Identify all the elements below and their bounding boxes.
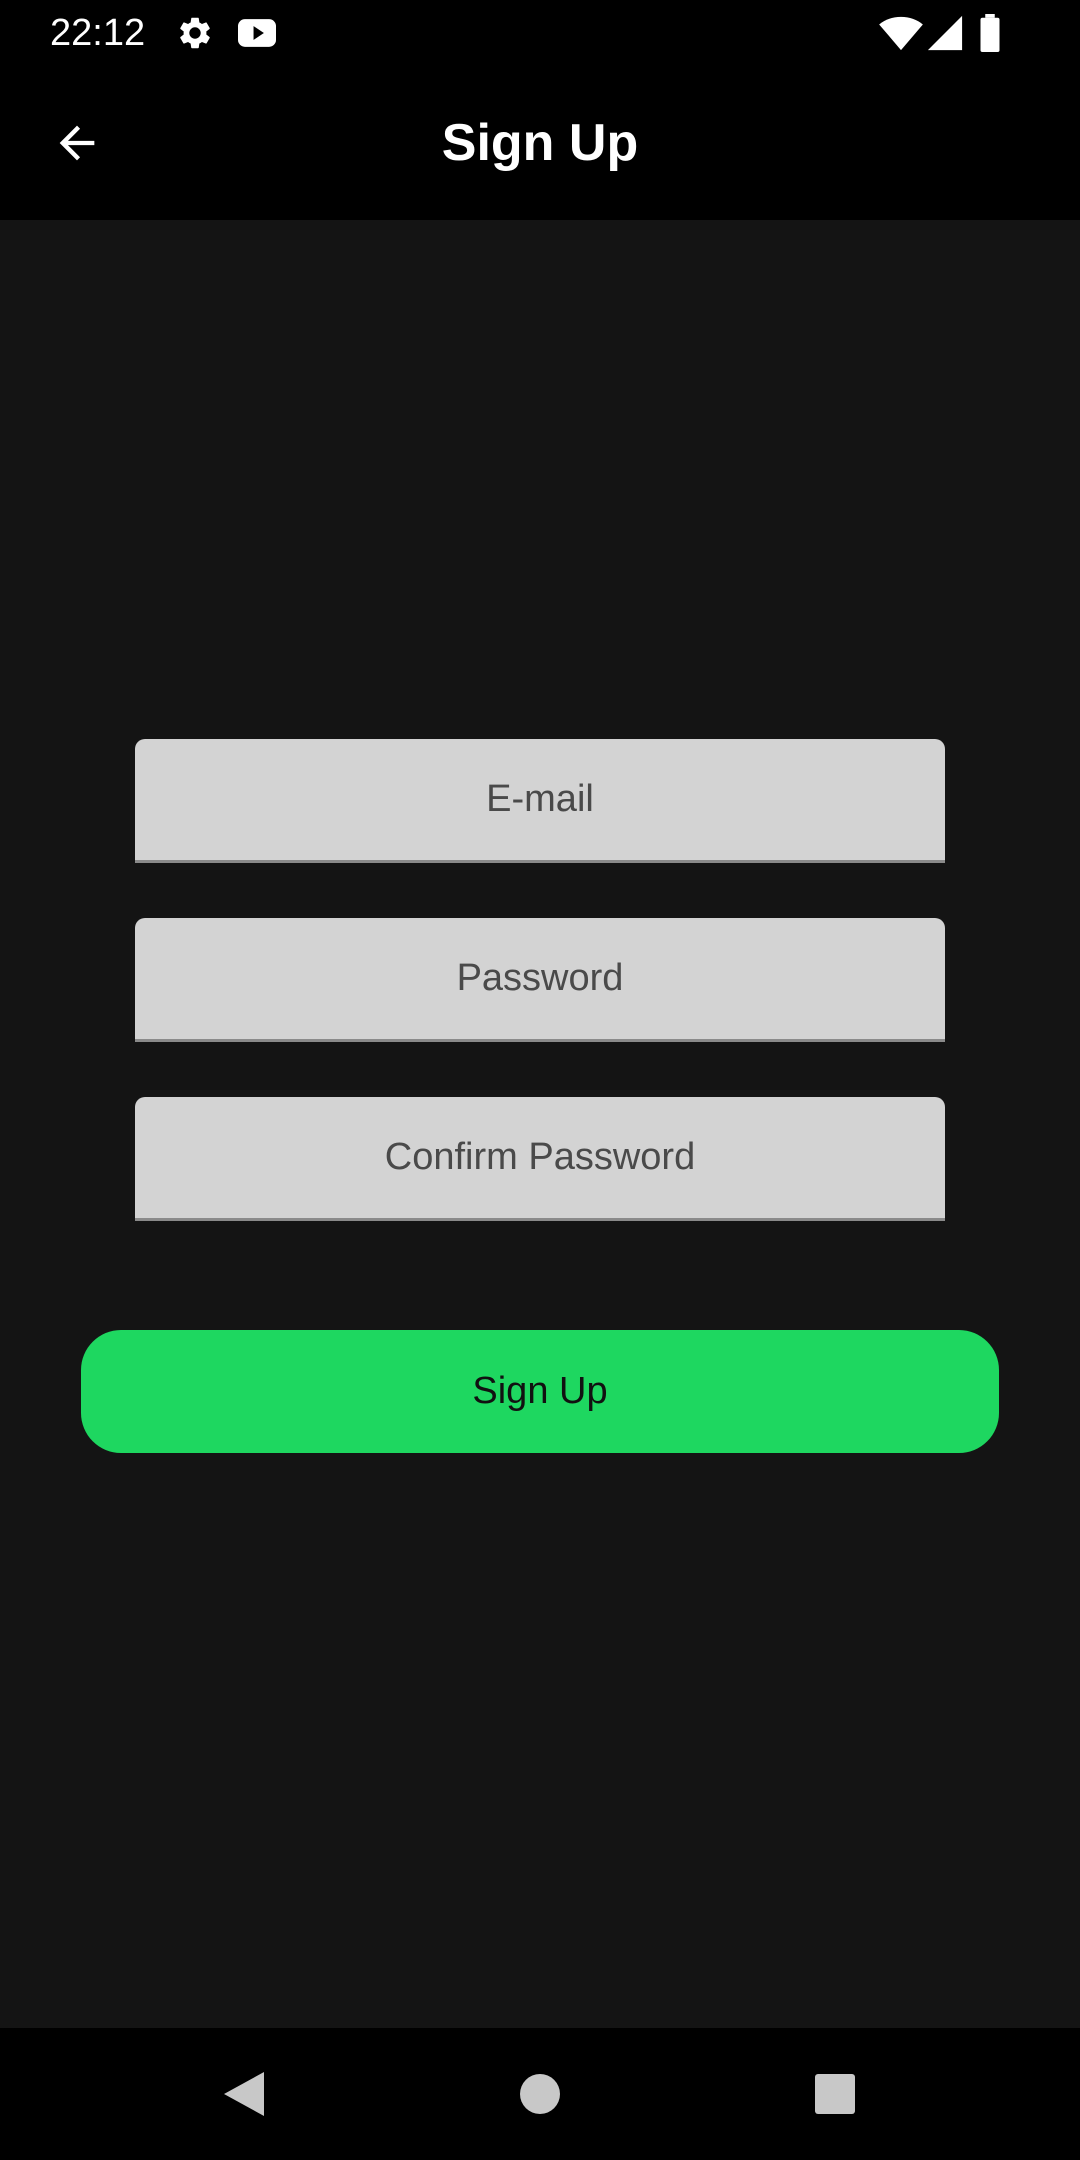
page-title: Sign Up [441,114,639,172]
recents-square-icon [815,2074,855,2114]
nav-home-button[interactable] [470,2028,610,2160]
status-time: 22:12 [50,12,146,54]
back-triangle-icon [224,2072,264,2116]
email-field[interactable] [135,739,945,863]
youtube-icon [236,14,278,52]
nav-recents-button[interactable] [765,2028,905,2160]
arrow-left-icon [59,125,95,161]
sign-up-button[interactable]: Sign Up [81,1330,999,1453]
system-nav-bar [0,2028,1080,2160]
nav-back-button[interactable] [174,2028,314,2160]
wifi-icon [878,14,924,52]
password-field[interactable] [135,918,945,1042]
status-bar: 22:12 [0,0,1080,66]
cell-signal-icon [926,14,964,52]
confirm-password-field[interactable] [135,1097,945,1221]
sign-up-screen: 22:12 Sign Up E-mail Sign Up [0,0,1080,2160]
home-circle-icon [520,2074,560,2114]
battery-icon [978,14,1002,52]
gear-icon [176,14,214,52]
app-bar: Sign Up [0,66,1080,220]
back-button[interactable] [40,106,114,180]
